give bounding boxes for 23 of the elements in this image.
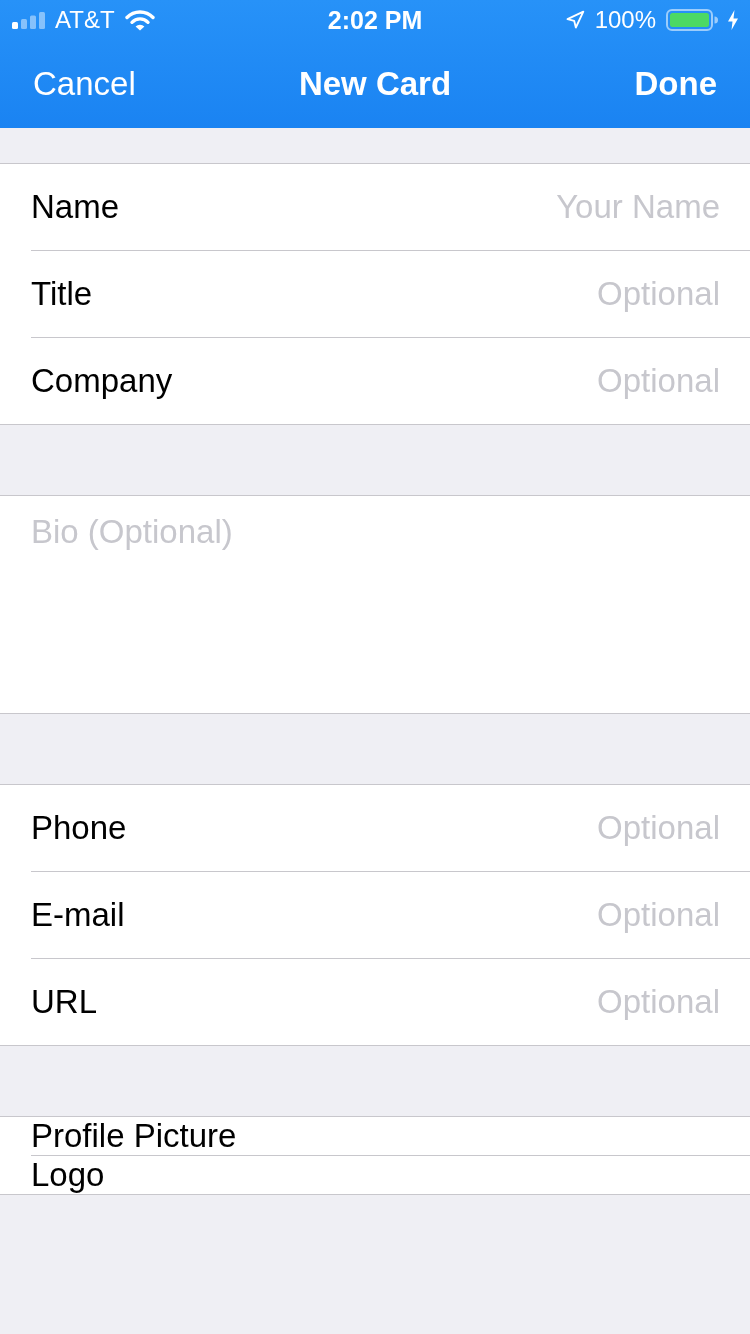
field-label: E-mail xyxy=(31,896,125,934)
input-field[interactable]: Your Name xyxy=(139,185,720,229)
input-field[interactable]: Optional xyxy=(112,272,720,316)
input-field[interactable]: Optional xyxy=(144,893,720,937)
field-label: Name xyxy=(31,188,120,226)
field-label: Phone xyxy=(31,809,127,847)
field-label: URL xyxy=(31,983,98,1021)
signal-icon xyxy=(12,11,45,29)
done-button[interactable]: Done xyxy=(634,65,717,103)
status-time: 2:02 PM xyxy=(327,5,423,35)
battery-percent: 100% xyxy=(594,6,656,34)
location-arrow-icon xyxy=(564,10,585,30)
nav-title: New Card xyxy=(298,65,452,103)
input-field[interactable]: Optional xyxy=(117,980,720,1024)
field-label: Company xyxy=(31,362,173,400)
battery-icon xyxy=(666,9,718,31)
charging-bolt-icon xyxy=(728,10,738,30)
field-label: Title xyxy=(31,275,93,313)
cancel-button[interactable]: Cancel xyxy=(33,65,136,103)
wifi-icon xyxy=(124,9,155,31)
input-field[interactable]: Optional xyxy=(192,359,720,403)
input-field[interactable]: Optional xyxy=(146,806,720,850)
carrier-label: AT&T xyxy=(55,6,115,34)
